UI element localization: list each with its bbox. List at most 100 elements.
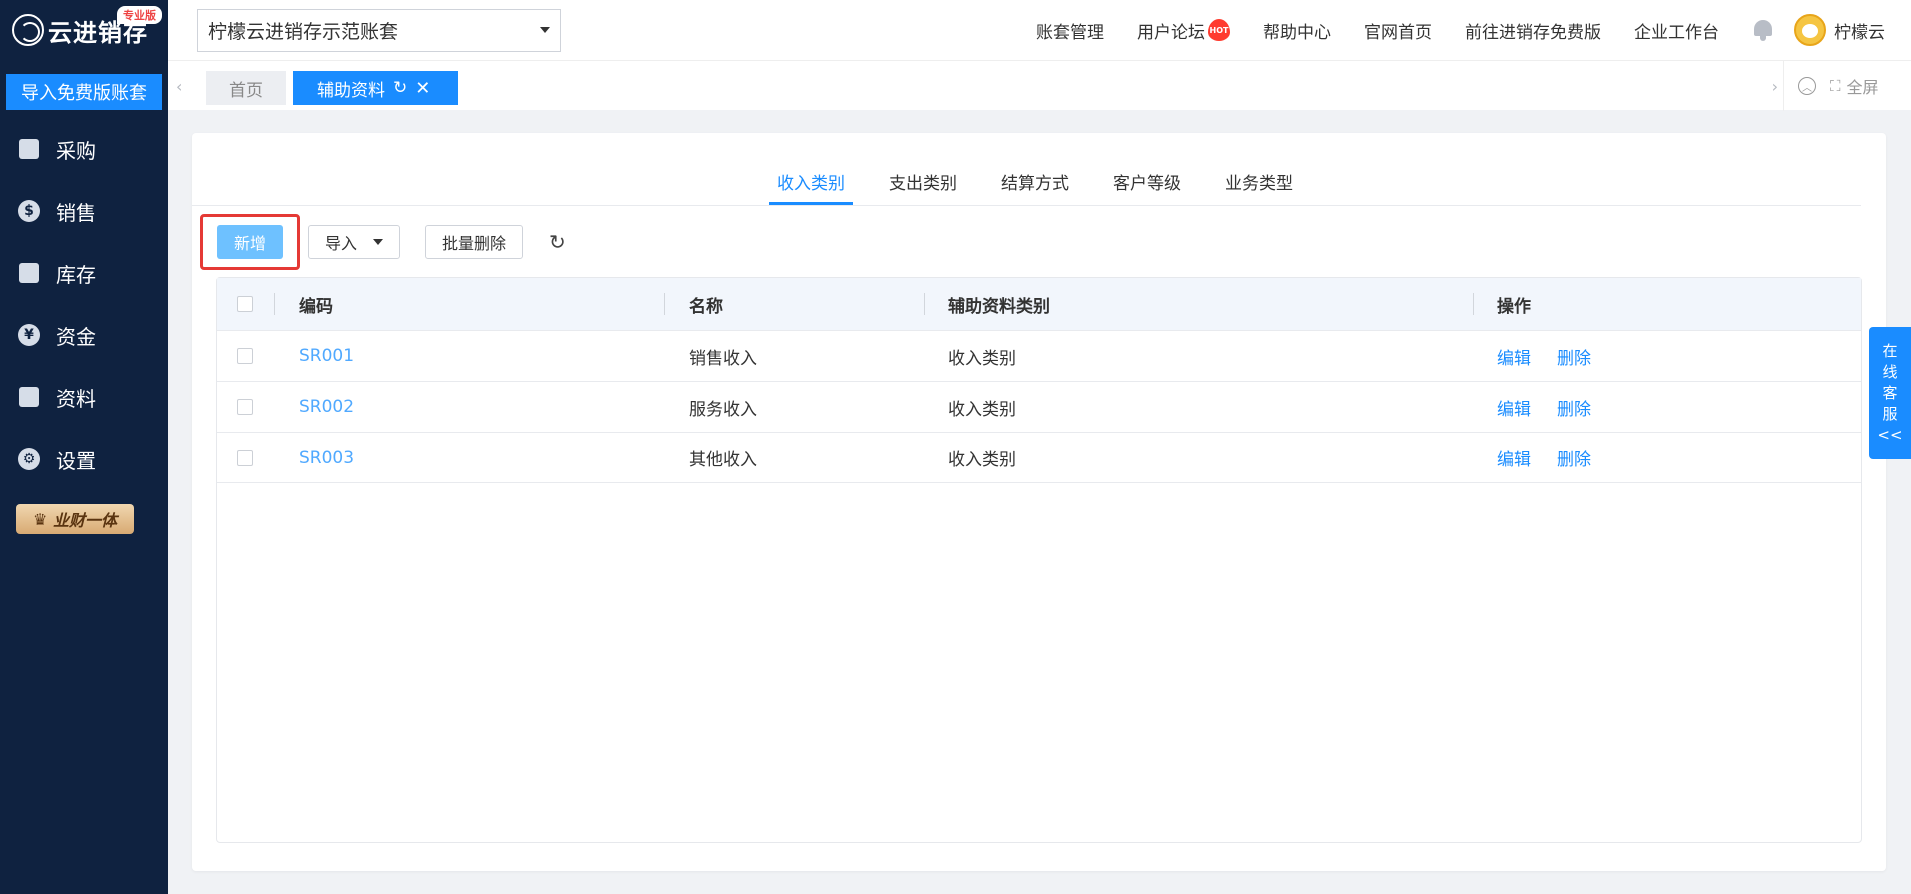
user-forum-label: 用户论坛: [1137, 22, 1205, 43]
row-category: 收入类别: [948, 399, 1016, 420]
sidebar-item-label: 资金: [56, 324, 96, 349]
table-row: SR001 销售收入 收入类别 编辑 删除: [217, 330, 1861, 381]
close-icon[interactable]: ✕: [415, 78, 430, 99]
sidebar-item-label: 资料: [56, 386, 96, 411]
row-code-link[interactable]: SR002: [299, 382, 354, 432]
column-header-actions: 操作: [1497, 296, 1531, 317]
import-free-account-button[interactable]: 导入免费版账套: [6, 74, 162, 110]
import-label: 导入: [325, 234, 358, 253]
service-char: 在: [1882, 341, 1898, 360]
table-header: 编码 名称 辅助资料类别 操作: [217, 278, 1861, 330]
shopping-bag-icon: [18, 138, 40, 160]
delete-button[interactable]: 删除: [1557, 344, 1591, 369]
row-name: 销售收入: [689, 348, 757, 369]
lemon-logo-icon: [12, 14, 44, 46]
service-char: 服: [1882, 404, 1898, 423]
edit-button[interactable]: 编辑: [1497, 395, 1531, 420]
service-char: 线: [1882, 362, 1898, 381]
tab-income-category[interactable]: 收入类别: [769, 169, 853, 205]
table-row: SR003 其他收入 收入类别 编辑 删除: [217, 432, 1861, 483]
row-checkbox[interactable]: [237, 449, 253, 466]
column-divider: [924, 293, 925, 315]
sidebar-item-inventory[interactable]: 库存: [0, 242, 168, 304]
column-divider: [664, 293, 665, 315]
chevron-down-icon: [540, 27, 550, 33]
content-card: 收入类别 支出类别 结算方式 客户等级 业务类型 新增 导入 批量删除 ↻ 编码…: [192, 133, 1886, 871]
row-name: 其他收入: [689, 450, 757, 470]
account-select-value: 柠檬云进销存示范账套: [208, 20, 399, 43]
fullscreen-icon[interactable]: ⛶: [1830, 77, 1841, 95]
sidebar-item-data[interactable]: 资料: [0, 366, 168, 428]
tab-business-type[interactable]: 业务类型: [1217, 169, 1301, 205]
delete-button[interactable]: 删除: [1557, 445, 1591, 470]
account-management-link[interactable]: 账套管理: [1036, 18, 1104, 43]
document-icon: [18, 386, 40, 408]
row-code-link[interactable]: SR003: [299, 433, 354, 482]
business-finance-badge[interactable]: ♛ 业财一体: [16, 504, 134, 534]
help-center-link[interactable]: 帮助中心: [1263, 18, 1331, 43]
sidebar-item-funds[interactable]: ¥ 资金: [0, 304, 168, 366]
select-all-checkbox[interactable]: [237, 296, 253, 312]
tab-tools: ︿ ⛶ 全屏: [1783, 61, 1911, 111]
chevron-left-icon[interactable]: ‹: [176, 77, 182, 96]
row-name: 服务收入: [689, 399, 757, 420]
row-checkbox[interactable]: [237, 399, 253, 415]
user-avatar[interactable]: [1794, 14, 1826, 46]
sidebar-item-label: 设置: [56, 448, 96, 473]
free-version-link[interactable]: 前往进销存免费版: [1465, 18, 1601, 43]
column-divider: [1473, 293, 1474, 315]
toolbar: 新增 导入 批量删除 ↻: [200, 214, 566, 270]
row-category: 收入类别: [948, 450, 1016, 470]
row-code-link[interactable]: SR001: [299, 331, 354, 381]
expand-arrows-icon: <<: [1877, 425, 1903, 444]
hot-flame-icon: HOT: [1208, 19, 1230, 41]
sales-tag-icon: $: [18, 200, 40, 222]
tab-auxiliary-data[interactable]: 辅助资料 ↻ ✕: [293, 71, 458, 105]
account-select[interactable]: 柠檬云进销存示范账套: [197, 8, 561, 52]
enterprise-workbench-link[interactable]: 企业工作台: [1634, 18, 1719, 43]
tab-customer-level[interactable]: 客户等级: [1105, 169, 1189, 205]
chevron-right-icon[interactable]: ›: [1772, 77, 1778, 96]
page-tabbar: ‹ 首页 辅助资料 ↻ ✕ › ︿ ⛶ 全屏: [168, 60, 1911, 111]
add-button[interactable]: 新增: [217, 225, 283, 259]
delete-button[interactable]: 删除: [1557, 395, 1591, 420]
warehouse-icon: [18, 262, 40, 284]
refresh-icon[interactable]: ↻: [549, 230, 566, 254]
column-header-name: 名称: [689, 296, 723, 317]
app-logo[interactable]: 云进销存 专业版: [0, 0, 168, 60]
column-divider: [274, 293, 275, 315]
batch-delete-button[interactable]: 批量删除: [425, 225, 523, 259]
service-char: 客: [1882, 383, 1898, 402]
online-service-button[interactable]: 在 线 客 服 <<: [1869, 327, 1911, 459]
user-forum-link[interactable]: 用户论坛 HOT: [1137, 18, 1230, 43]
edit-button[interactable]: 编辑: [1497, 445, 1531, 470]
row-category: 收入类别: [948, 348, 1016, 369]
import-dropdown-button[interactable]: 导入: [308, 225, 400, 259]
tab-settlement-method[interactable]: 结算方式: [993, 169, 1077, 205]
sidebar-item-sales[interactable]: $ 销售: [0, 180, 168, 242]
sidebar-item-purchase[interactable]: 采购: [0, 118, 168, 180]
fullscreen-label[interactable]: 全屏: [1847, 74, 1879, 98]
sidebar-item-label: 销售: [56, 200, 96, 225]
tab-label: 辅助资料: [317, 80, 385, 101]
tab-home[interactable]: 首页: [206, 71, 286, 105]
sidebar: 云进销存 专业版 导入免费版账套 采购 $ 销售 库存 ¥ 资金 资料 ⚙ 设置…: [0, 0, 168, 894]
top-links: 账套管理 用户论坛 HOT 帮助中心 官网首页 前往进销存免费版 企业工作台 柠…: [1036, 0, 1911, 60]
collapse-up-icon[interactable]: ︿: [1798, 77, 1816, 95]
crown-icon: ♛: [33, 509, 53, 529]
tab-expense-category[interactable]: 支出类别: [881, 169, 965, 205]
sidebar-item-label: 采购: [56, 138, 96, 163]
official-site-link[interactable]: 官网首页: [1364, 18, 1432, 43]
top-header: 柠檬云进销存示范账套 账套管理 用户论坛 HOT 帮助中心 官网首页 前往进销存…: [168, 0, 1911, 60]
add-button-highlight: 新增: [200, 214, 300, 270]
user-name[interactable]: 柠檬云: [1834, 18, 1885, 43]
bell-icon[interactable]: [1752, 18, 1774, 42]
column-header-code: 编码: [299, 296, 333, 317]
column-header-category: 辅助资料类别: [948, 296, 1050, 317]
sidebar-item-label: 库存: [56, 262, 96, 287]
refresh-icon[interactable]: ↻: [393, 78, 407, 98]
edit-button[interactable]: 编辑: [1497, 344, 1531, 369]
sidebar-item-settings[interactable]: ⚙ 设置: [0, 428, 168, 490]
row-checkbox[interactable]: [237, 348, 253, 364]
pro-edition-badge: 专业版: [117, 6, 162, 24]
